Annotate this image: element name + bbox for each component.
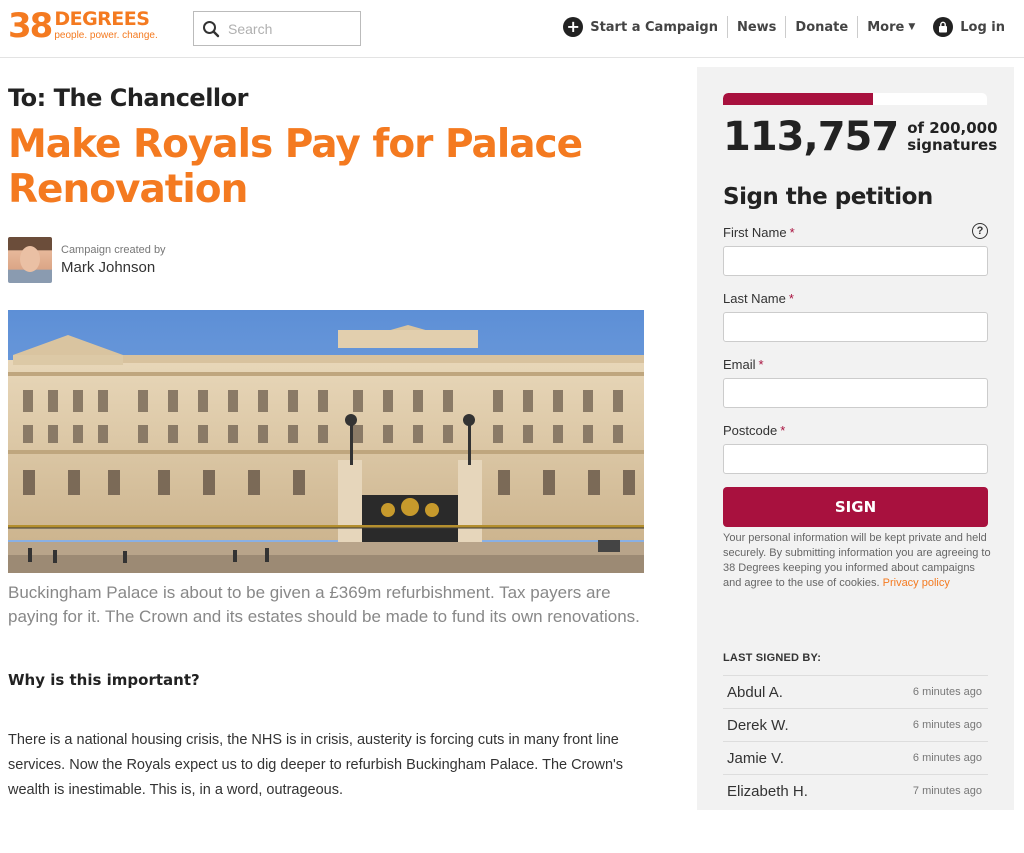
list-item: Elizabeth H. 7 minutes ago bbox=[723, 774, 988, 807]
first-name-field[interactable] bbox=[723, 246, 988, 276]
email-field[interactable] bbox=[723, 378, 988, 408]
site-header: 38 DEGREES people. power. change. + Star… bbox=[0, 0, 1024, 58]
nav-start-campaign[interactable]: + Start a Campaign bbox=[554, 16, 728, 38]
why-important-heading: Why is this important? bbox=[8, 671, 200, 689]
postcode-label: Postcode * bbox=[723, 423, 786, 438]
plus-circle-icon: + bbox=[563, 17, 584, 37]
signer-time: 7 minutes ago bbox=[912, 785, 982, 797]
last-signed-list: Abdul A. 6 minutes ago Derek W. 6 minute… bbox=[723, 675, 988, 807]
signature-goal: of 200,000 bbox=[907, 119, 998, 137]
privacy-notice: Your personal information will be kept p… bbox=[723, 532, 991, 589]
signer-name: Jamie V. bbox=[727, 749, 784, 767]
chevron-down-icon: ▼ bbox=[908, 22, 916, 32]
signature-counter: 113,757 of 200,000 signatures bbox=[723, 113, 998, 161]
logo-tagline: people. power. change. bbox=[54, 30, 158, 41]
nav-start-campaign-label: Start a Campaign bbox=[590, 19, 718, 35]
last-signed-heading: LAST SIGNED BY: bbox=[723, 652, 822, 664]
avatar bbox=[8, 237, 52, 283]
logo-number: 38 bbox=[8, 6, 53, 46]
signer-time: 6 minutes ago bbox=[912, 719, 982, 731]
signer-name: Elizabeth H. bbox=[727, 782, 808, 800]
nav-donate-label: Donate bbox=[795, 19, 849, 35]
site-logo[interactable]: 38 DEGREES people. power. change. bbox=[8, 9, 158, 43]
creator-label: Campaign created by bbox=[61, 244, 166, 256]
list-item: Derek W. 6 minutes ago bbox=[723, 708, 988, 741]
signer-name: Derek W. bbox=[727, 716, 789, 734]
signature-goal-unit: signatures bbox=[907, 136, 998, 154]
why-important-body: There is a national housing crisis, the … bbox=[8, 732, 624, 798]
list-item: Jamie V. 6 minutes ago bbox=[723, 741, 988, 774]
petition-recipient: To: The Chancellor bbox=[8, 84, 248, 112]
list-item: Abdul A. 6 minutes ago bbox=[723, 675, 988, 708]
lock-icon bbox=[933, 17, 954, 37]
signature-count: 113,757 bbox=[723, 114, 899, 160]
signature-progress-bar bbox=[723, 93, 987, 105]
nav-donate[interactable]: Donate bbox=[786, 16, 859, 38]
sign-petition-title: Sign the petition bbox=[723, 184, 933, 210]
search-icon[interactable] bbox=[194, 12, 228, 45]
nav-login-label: Log in bbox=[960, 19, 1005, 35]
creator-name: Mark Johnson bbox=[61, 259, 156, 276]
signer-time: 6 minutes ago bbox=[912, 752, 982, 764]
sign-petition-panel: 113,757 of 200,000 signatures Sign the p… bbox=[697, 67, 1014, 810]
signer-name: Abdul A. bbox=[727, 683, 783, 701]
nav-news[interactable]: News bbox=[728, 16, 787, 38]
search-box bbox=[193, 11, 361, 46]
palace-photo bbox=[8, 310, 644, 573]
nav-more-label: More bbox=[867, 19, 905, 35]
help-icon[interactable]: ? bbox=[972, 223, 988, 239]
last-name-field[interactable] bbox=[723, 312, 988, 342]
last-name-label: Last Name * bbox=[723, 291, 794, 306]
first-name-label: First Name * bbox=[723, 225, 795, 240]
email-label: Email * bbox=[723, 357, 764, 372]
sign-button[interactable]: SIGN bbox=[723, 487, 988, 527]
nav-login[interactable]: Log in bbox=[924, 16, 1014, 38]
postcode-field[interactable] bbox=[723, 444, 988, 474]
privacy-policy-link[interactable]: Privacy policy bbox=[883, 577, 950, 589]
nav-more[interactable]: More ▼ bbox=[858, 16, 924, 38]
petition-title: Make Royals Pay for Palace Renovation bbox=[8, 122, 583, 212]
signer-time: 6 minutes ago bbox=[912, 686, 982, 698]
nav-news-label: News bbox=[736, 19, 777, 35]
petition-summary: Buckingham Palace is about to be given a… bbox=[8, 583, 640, 626]
main-nav: + Start a Campaign News Donate More ▼ Lo… bbox=[554, 16, 1014, 38]
signature-progress-fill bbox=[723, 93, 874, 105]
campaign-creator: Campaign created by Mark Johnson bbox=[8, 237, 166, 283]
logo-word: DEGREES bbox=[54, 8, 150, 30]
search-input[interactable] bbox=[228, 20, 348, 37]
